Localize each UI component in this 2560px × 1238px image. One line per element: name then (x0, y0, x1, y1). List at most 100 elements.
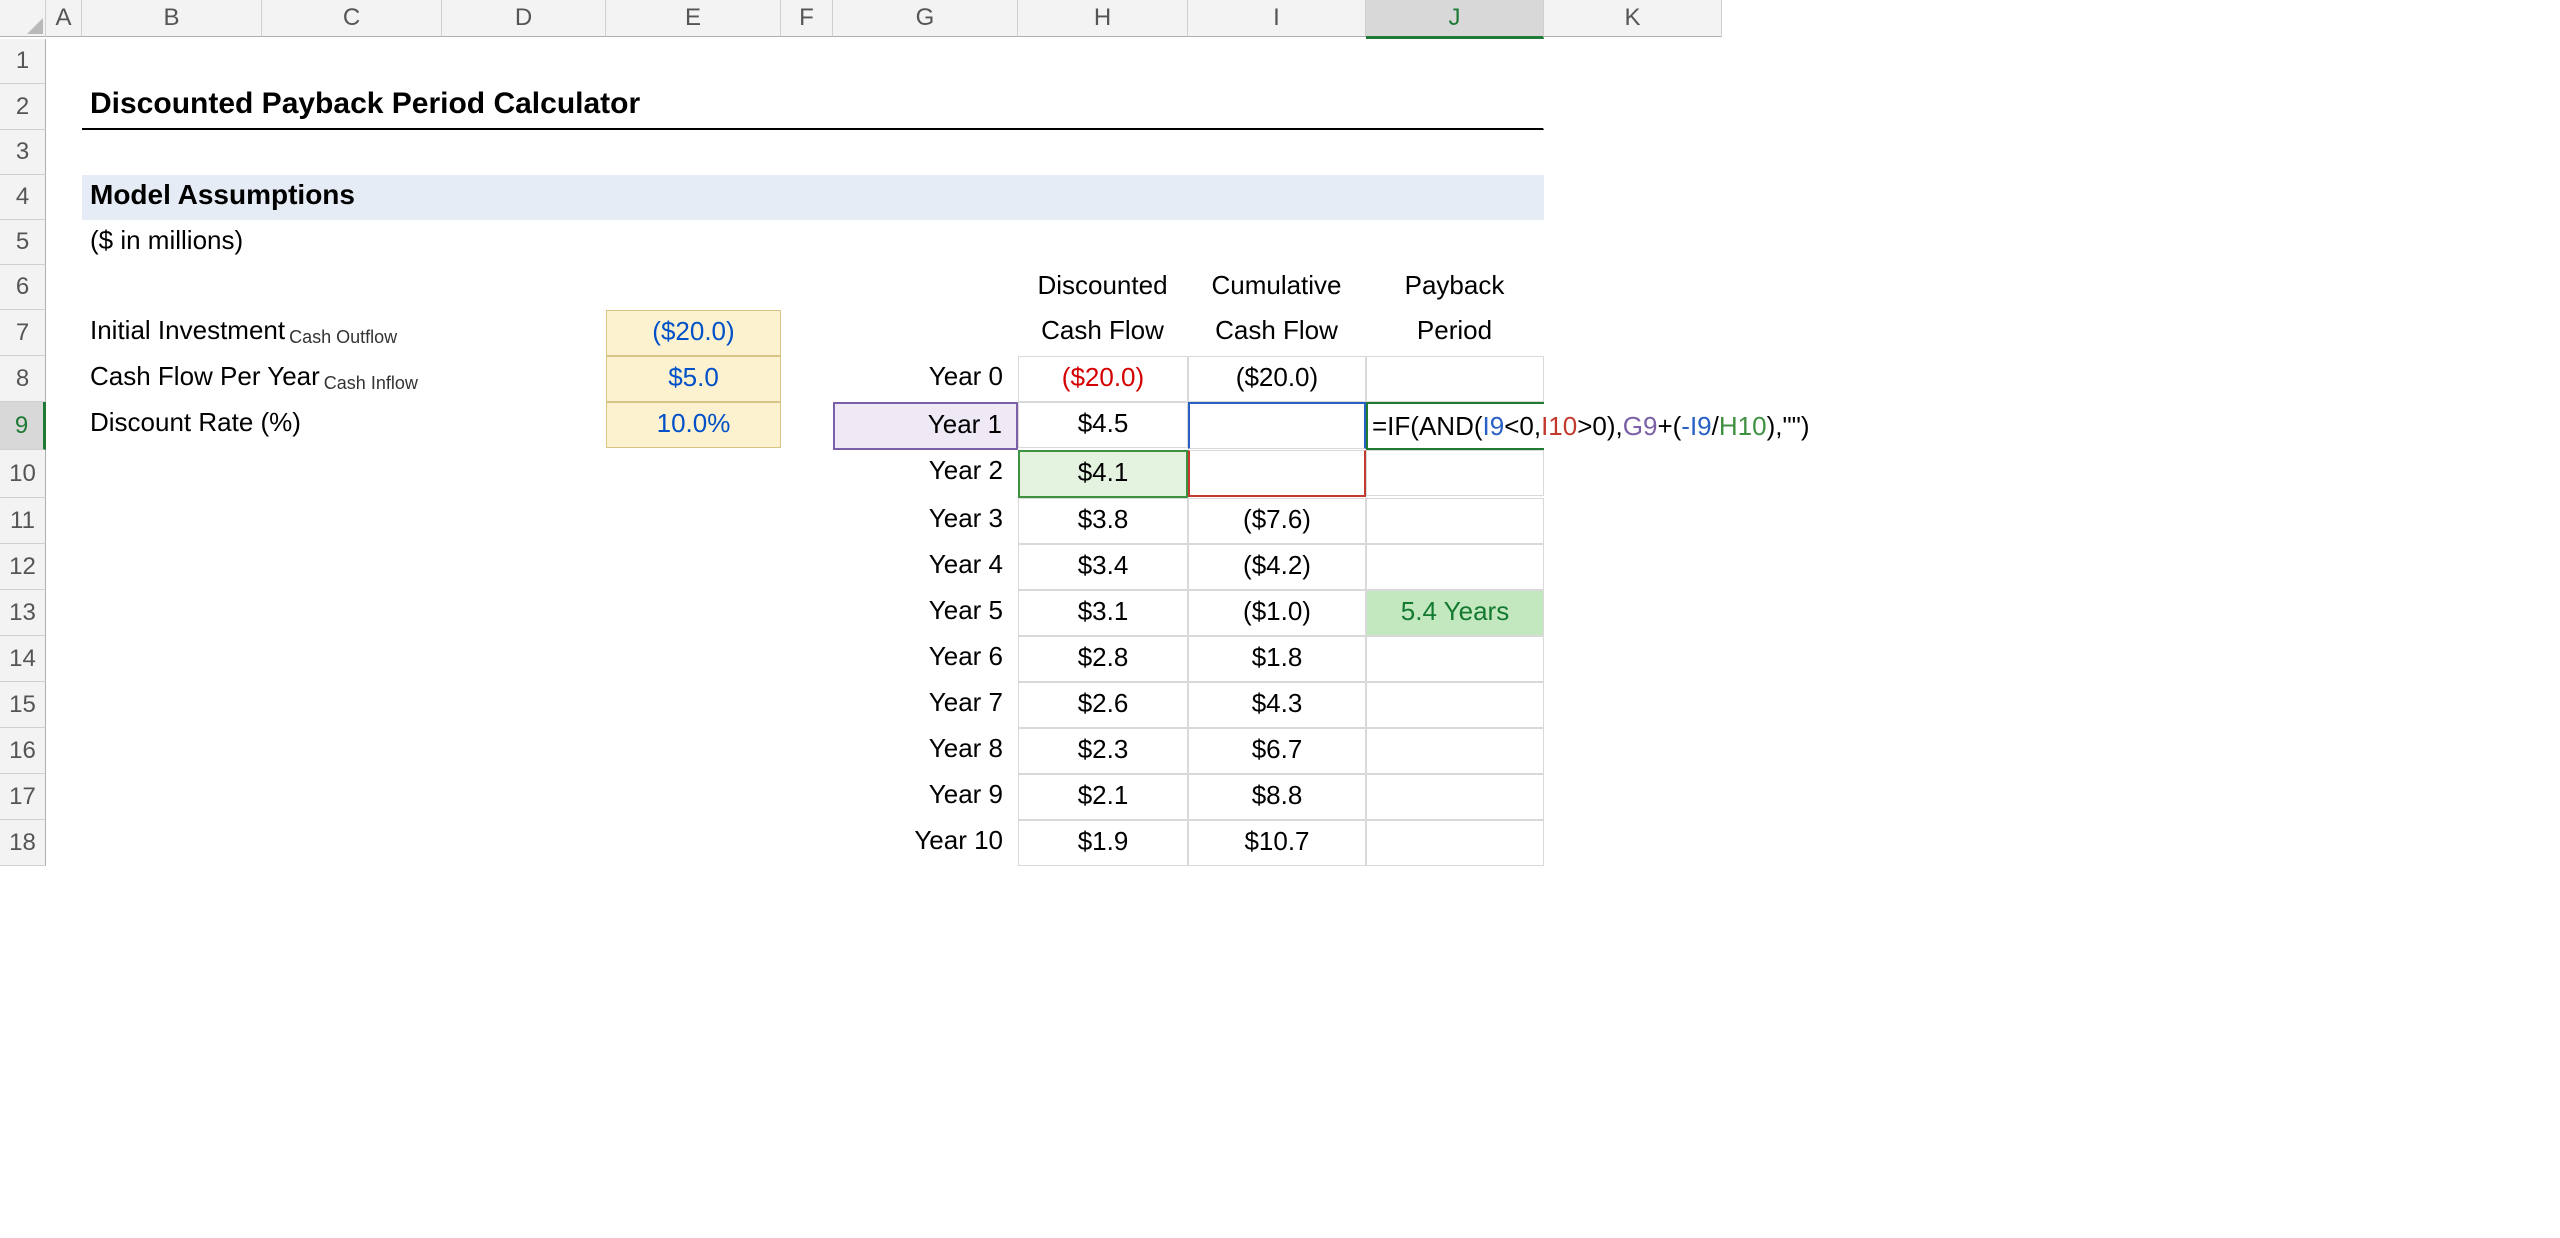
dcf-4[interactable]: $3.4 (1018, 544, 1188, 590)
cell-row10-left[interactable] (82, 450, 781, 495)
row-header-12[interactable]: 12 (0, 544, 46, 590)
col-header-H[interactable]: H (1018, 0, 1188, 37)
cell-A15[interactable] (46, 682, 82, 727)
input-initial-investment[interactable]: ($20.0) (606, 310, 781, 356)
select-all-corner[interactable] (0, 0, 46, 37)
cell-row18-left[interactable] (82, 820, 781, 865)
cum-3[interactable]: ($7.6) (1188, 498, 1366, 544)
cum-9[interactable]: $8.8 (1188, 774, 1366, 820)
cum-0[interactable]: ($20.0) (1188, 356, 1366, 402)
cell-A6[interactable] (46, 265, 82, 310)
cell-A2[interactable] (46, 84, 82, 129)
row-header-2[interactable]: 2 (0, 84, 46, 130)
cell-F16[interactable] (781, 728, 833, 773)
row-header-18[interactable]: 18 (0, 820, 46, 866)
cell-A9[interactable] (46, 402, 82, 447)
dcf-1[interactable]: $4.5 (1018, 402, 1188, 448)
cell-F15[interactable] (781, 682, 833, 727)
cell-K15[interactable] (1544, 682, 1722, 727)
dcf-6[interactable]: $2.8 (1018, 636, 1188, 682)
row-header-5[interactable]: 5 (0, 220, 46, 265)
row-header-8[interactable]: 8 (0, 356, 46, 402)
col-header-B[interactable]: B (82, 0, 262, 37)
row-header-15[interactable]: 15 (0, 682, 46, 728)
cell-F18[interactable] (781, 820, 833, 865)
cell-A13[interactable] (46, 590, 82, 635)
cell-K17[interactable] (1544, 774, 1722, 819)
cum-2[interactable] (1188, 450, 1366, 497)
cell-K7[interactable] (1544, 310, 1722, 355)
cell-A12[interactable] (46, 544, 82, 589)
cell-F8[interactable] (781, 356, 833, 401)
cum-8[interactable]: $6.7 (1188, 728, 1366, 774)
cell-A18[interactable] (46, 820, 82, 865)
cum-6[interactable]: $1.8 (1188, 636, 1366, 682)
dcf-5[interactable]: $3.1 (1018, 590, 1188, 636)
cell-K10[interactable] (1544, 450, 1722, 495)
dcf-9[interactable]: $2.1 (1018, 774, 1188, 820)
row-header-10[interactable]: 10 (0, 450, 46, 498)
cell-K11[interactable] (1544, 498, 1722, 543)
cell-A4[interactable] (46, 175, 82, 220)
cell-K16[interactable] (1544, 728, 1722, 773)
cum-5[interactable]: ($1.0) (1188, 590, 1366, 636)
col-header-A[interactable]: A (46, 0, 82, 37)
pb-2[interactable] (1366, 450, 1544, 496)
dcf-3[interactable]: $3.8 (1018, 498, 1188, 544)
cell-row12-left[interactable] (82, 544, 781, 589)
cell-row14-left[interactable] (82, 636, 781, 681)
cell-row15-left[interactable] (82, 682, 781, 727)
row-header-7[interactable]: 7 (0, 310, 46, 356)
cell-F10[interactable] (781, 450, 833, 495)
cell-K4[interactable] (1544, 175, 1722, 220)
cell-F17[interactable] (781, 774, 833, 819)
dcf-7[interactable]: $2.6 (1018, 682, 1188, 728)
row-header-9[interactable]: 9 (0, 402, 46, 450)
dcf-2[interactable]: $4.1 (1018, 450, 1188, 498)
cell-A16[interactable] (46, 728, 82, 773)
cell-K14[interactable] (1544, 636, 1722, 681)
row-header-1[interactable]: 1 (0, 39, 46, 84)
cell-A3[interactable] (46, 130, 82, 175)
cell-row3[interactable] (82, 130, 1722, 175)
cell-K8[interactable] (1544, 356, 1722, 401)
row-header-6[interactable]: 6 (0, 265, 46, 310)
cell-B1[interactable] (82, 39, 1722, 84)
col-header-C[interactable]: C (262, 0, 442, 37)
cell-row17-left[interactable] (82, 774, 781, 819)
cell-A11[interactable] (46, 498, 82, 543)
pb-6[interactable] (1366, 636, 1544, 682)
cell-A7[interactable] (46, 310, 82, 355)
row-header-4[interactable]: 4 (0, 175, 46, 220)
cell-BCDEF6[interactable] (82, 265, 833, 310)
active-cell-J9[interactable]: =IF(AND(I9<0,I10>0),G9+(-I9/H10),"") (1366, 402, 1544, 450)
pb-4[interactable] (1366, 544, 1544, 590)
cell-row11-left[interactable] (82, 498, 781, 543)
cell-K18[interactable] (1544, 820, 1722, 865)
cell-K12[interactable] (1544, 544, 1722, 589)
cell-A5[interactable] (46, 220, 82, 265)
payback-result[interactable]: 5.4 Years (1366, 590, 1544, 636)
pb-9[interactable] (1366, 774, 1544, 820)
col-header-G[interactable]: G (833, 0, 1018, 37)
cum-7[interactable]: $4.3 (1188, 682, 1366, 728)
cum-4[interactable]: ($4.2) (1188, 544, 1366, 590)
pb-8[interactable] (1366, 728, 1544, 774)
cell-row16-left[interactable] (82, 728, 781, 773)
cell-A14[interactable] (46, 636, 82, 681)
row-header-17[interactable]: 17 (0, 774, 46, 820)
cum-10[interactable]: $10.7 (1188, 820, 1366, 866)
col-header-I[interactable]: I (1188, 0, 1366, 37)
cell-G7[interactable] (833, 310, 1018, 355)
cell-F14[interactable] (781, 636, 833, 681)
cell-A10[interactable] (46, 450, 82, 495)
col-header-E[interactable]: E (606, 0, 781, 37)
cell-A1[interactable] (46, 39, 82, 84)
cell-F12[interactable] (781, 544, 833, 589)
input-cash-flow-per-year[interactable]: $5.0 (606, 356, 781, 402)
cell-A8[interactable] (46, 356, 82, 401)
cell-F11[interactable] (781, 498, 833, 543)
cell-K6[interactable] (1544, 265, 1722, 310)
cell-K2[interactable] (1544, 84, 1722, 129)
row-header-11[interactable]: 11 (0, 498, 46, 544)
